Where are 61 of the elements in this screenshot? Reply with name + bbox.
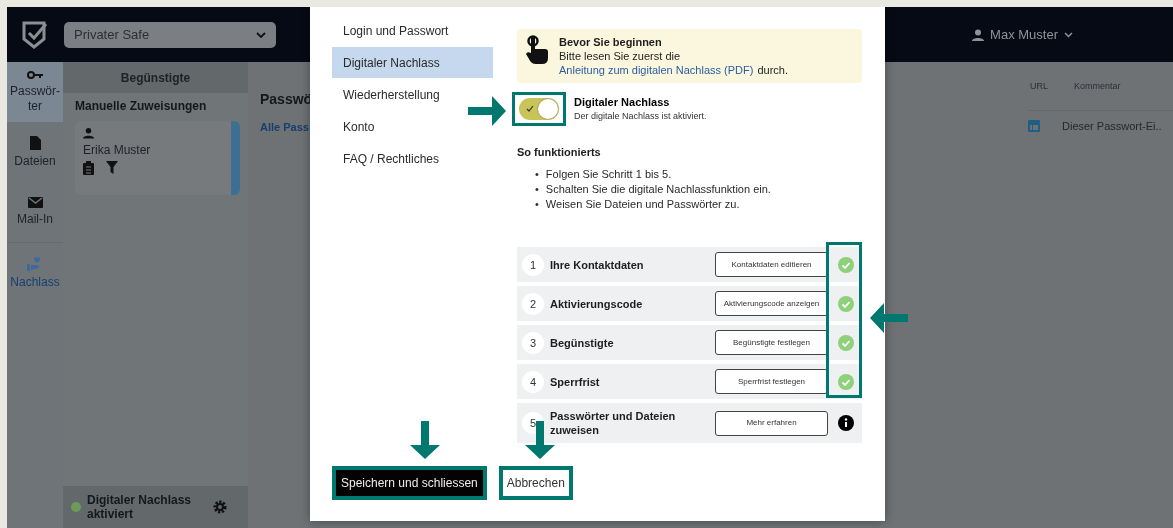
chevron-down-icon [256,31,266,38]
step-title: Aktivierungscode [550,296,644,311]
shield-logo [22,20,48,49]
toggle-description: Der digitale Nachlass ist aktiviert. [574,110,707,123]
nav-item[interactable]: Wiederherstellung [332,79,493,110]
bullet-text: Folgen Sie Schritt 1 bis 5. [545,167,672,182]
user-menu[interactable]: Max Muster [972,27,1073,42]
step-title: Ihre Kontaktdaten [550,257,645,272]
bullet-text: Schalten Sie die digitale Nachlassfunktion ein. [545,182,771,197]
cancel-button[interactable]: Abbrechen [498,466,573,500]
save-button[interactable]: Speichern und schliessen [332,466,487,500]
pointing-hand-icon [525,35,549,65]
mail-icon [27,197,43,208]
hand-heart-icon [27,256,43,271]
step-button[interactable]: Kontaktdaten editieren [715,252,828,277]
step-number: 3 [522,331,544,354]
status-label: Digitaler Nachlass aktiviert [87,493,193,521]
section-title: Manuelle Zuweisungen [74,98,208,115]
nav-item[interactable]: Login und Passwort [332,15,493,46]
nav-item[interactable]: FAQ / Rechtliches [332,143,493,174]
bullet-marker: • [535,182,539,197]
bullet-marker: • [535,197,539,212]
file-icon [29,135,41,150]
step-title: Sperrfrist [550,374,601,389]
step-number: 2 [522,292,544,315]
nav-item[interactable]: Digitaler Nachlass [332,47,493,78]
clipboard-icon [83,161,94,175]
column-header: Kommentar [1074,81,1121,91]
toggle-label: Digitaler Nachlass [574,95,671,109]
step-button[interactable]: Sperrfrist festlegen [715,369,828,394]
step-number: 4 [522,370,544,393]
rail-item[interactable]: Passwör-ter [7,62,63,122]
bullet-marker: • [535,167,539,182]
bullet-text: Weisen Sie Dateien und Passwörter zu. [545,197,740,212]
toggle-switch[interactable] [519,98,559,120]
column-header: URL [1030,81,1048,91]
user-icon [972,28,985,41]
person-icon [83,127,94,139]
page-title: Passwö [260,91,313,107]
step-button[interactable]: Begünstigte festlegen [715,330,828,355]
chevron-down-icon [1064,31,1073,38]
filter-icon [106,161,118,174]
step-number: 1 [522,253,544,276]
notice-text: Bitte lesen Sie zuerst die [559,49,682,63]
settings-icon[interactable] [213,500,227,514]
notice-text: durch. [757,63,788,77]
notice-title: Bevor Sie beginnen [559,35,663,49]
step-title: Begünstigte [550,335,615,350]
step-title: Passwörter und Dateien zuweisen [550,409,677,437]
table-cell: Dieser Passwort-Ei.. [1062,120,1162,132]
guide-link[interactable]: Anleitung zum digitalen Nachlass (PDF) [559,63,754,77]
nav-item[interactable]: Konto [332,111,493,142]
check-icon [526,105,534,113]
beneficiary-name: Erika Muster [83,143,152,157]
beneficiary-card[interactable]: Erika Muster [75,121,240,195]
linkedin-icon [1028,120,1040,132]
section-title: So funktionierts [517,146,602,158]
key-icon [27,70,43,80]
step-button[interactable]: Aktivierungscode anzeigen [715,291,828,316]
step-button[interactable]: Mehr erfahren [715,410,828,436]
panel-title: Begünstigte [63,62,248,93]
